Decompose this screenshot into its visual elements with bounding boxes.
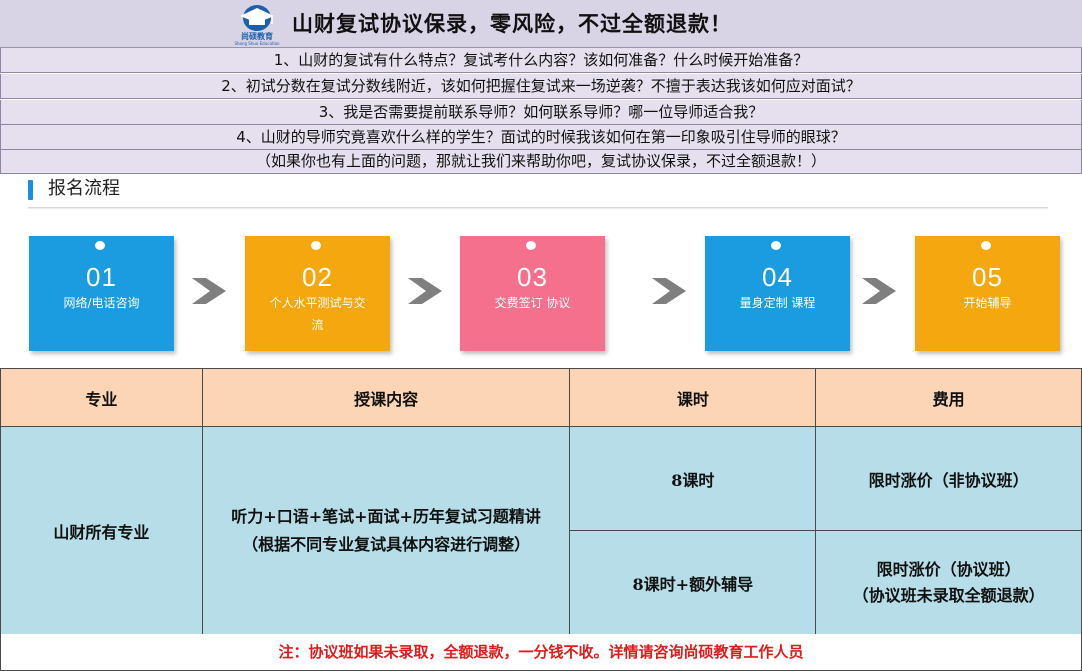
chevron-right-icon bbox=[862, 278, 896, 304]
content-line: 听力+口语+笔试+面试+历年复试习题精讲 bbox=[231, 506, 541, 526]
step-number: 03 bbox=[517, 262, 548, 292]
dot-icon bbox=[981, 241, 991, 250]
major-cell: 山财所有专业 bbox=[0, 426, 203, 635]
fee-cell: 限时涨价（非协议班） bbox=[815, 426, 1082, 531]
brand-logo: 尚硕教育 Shang Shuo Education bbox=[232, 2, 282, 46]
hours-cell: 8课时 bbox=[569, 426, 817, 531]
step-label: 量身定制 课程 bbox=[739, 296, 816, 310]
step-number: 02 bbox=[302, 262, 333, 292]
graduation-cap-icon bbox=[240, 5, 274, 31]
chevron-right-icon bbox=[652, 278, 686, 304]
step-card-2: 02 个人水平测试与交流 bbox=[245, 236, 390, 351]
chevron-right-icon bbox=[192, 278, 226, 304]
step-number: 05 bbox=[972, 262, 1003, 292]
header-hours: 课时 bbox=[569, 368, 817, 427]
fee-note: （协议班未录取全额退款） bbox=[852, 585, 1045, 605]
dot-icon bbox=[771, 241, 781, 250]
step-label: 网络/电话咨询 bbox=[63, 296, 140, 310]
step-number: 04 bbox=[762, 262, 793, 292]
header-major: 专业 bbox=[0, 368, 203, 427]
dot-icon bbox=[311, 241, 321, 250]
header-content: 授课内容 bbox=[201, 368, 571, 427]
course-table: 专业 授课内容 课时 费用 山财所有专业 听力+口语+笔试+面试+历年复试习题精… bbox=[0, 368, 1082, 635]
dot-icon bbox=[95, 241, 105, 250]
step-label: 交费签订 协议 bbox=[494, 296, 571, 310]
fee-cell: 限时涨价（协议班） （协议班未录取全额退款） bbox=[815, 530, 1082, 635]
dot-icon bbox=[526, 241, 536, 250]
divider bbox=[28, 208, 1048, 209]
footnote: 注：协议班如果未录取，全额退款，一分钱不收。详情请咨询尚硕教育工作人员 bbox=[0, 634, 1082, 671]
step-label: 个人水平测试与交流 bbox=[269, 296, 366, 332]
chevron-right-icon bbox=[408, 278, 442, 304]
process-title: 报名流程 bbox=[48, 178, 120, 199]
step-card-4: 04 量身定制 课程 bbox=[705, 236, 850, 351]
header-fee: 费用 bbox=[815, 368, 1082, 427]
question-4: 4、山财的导师究竟喜欢什么样的学生？面试的时候我该如何在第一印象吸引住导师的眼球… bbox=[0, 125, 1082, 150]
step-card-3: 03 交费签订 协议 bbox=[460, 236, 605, 351]
step-card-5: 05 开始辅导 bbox=[915, 236, 1060, 351]
step-number: 01 bbox=[86, 262, 117, 292]
question-3: 3、我是否需要提前联系导师？如何联系导师？哪一位导师适合我？ bbox=[0, 100, 1082, 125]
content-note: （根据不同专业复试具体内容进行调整） bbox=[242, 534, 531, 554]
step-label: 开始辅导 bbox=[963, 296, 1012, 310]
fee-line: 限时涨价（协议班） bbox=[876, 559, 1021, 579]
logo-text: 尚硕教育 bbox=[241, 32, 273, 41]
question-2: 2、初试分数在复试分数线附近，该如何把握住复试来一场逆袭？不擅于表达我该如何应对… bbox=[0, 74, 1082, 99]
table-row: 山财所有专业 听力+口语+笔试+面试+历年复试习题精讲 （根据不同专业复试具体内… bbox=[0, 426, 1082, 635]
content-cell: 听力+口语+笔试+面试+历年复试习题精讲 （根据不同专业复试具体内容进行调整） bbox=[201, 426, 571, 635]
step-card-1: 01 网络/电话咨询 bbox=[29, 236, 174, 351]
heading-accent-bar bbox=[28, 180, 33, 200]
question-1: 1、山财的复试有什么特点？复试考什么内容？该如何准备？什么时候开始准备？ bbox=[0, 48, 1082, 73]
header-banner: 尚硕教育 Shang Shuo Education 山财复试协议保录，零风险，不… bbox=[0, 0, 1082, 48]
banner-title: 山财复试协议保录，零风险，不过全额退款！ bbox=[292, 12, 732, 36]
table-header-row: 专业 授课内容 课时 费用 bbox=[0, 368, 1082, 427]
hours-cell: 8课时+额外辅导 bbox=[569, 530, 817, 635]
logo-subtext: Shang Shuo Education bbox=[234, 41, 280, 46]
question-note: （如果你也有上面的问题，那就让我们来帮助你吧，复试协议保录，不过全额退款！） bbox=[0, 150, 1082, 174]
